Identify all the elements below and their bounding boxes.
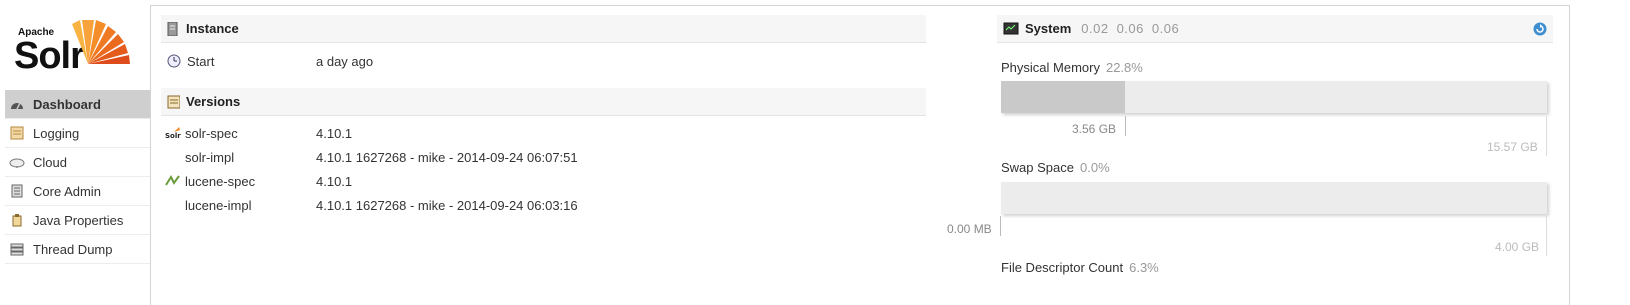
java-properties-icon (9, 213, 25, 227)
file-descriptor-percent: 6.3% (1129, 260, 1159, 275)
instance-start-row: Start (167, 52, 214, 70)
solr-logo[interactable]: Apache Solr (14, 8, 139, 80)
version-row-lucene-spec: lucene-spec (165, 172, 255, 190)
physical-memory-total: 15.57 GB (1487, 140, 1538, 154)
nav-item-thread-dump[interactable]: Thread Dump (5, 235, 150, 264)
svg-text:Solr: Solr (165, 132, 181, 140)
system-title: System (1025, 21, 1072, 36)
instance-icon (167, 21, 180, 36)
versions-header: Versions (161, 88, 926, 116)
system-load-3: 0.06 (1151, 21, 1180, 36)
nav-label: Core Admin (33, 183, 101, 199)
instance-title: Instance (186, 21, 239, 36)
core-admin-icon (9, 184, 25, 198)
solr-small-icon: Solr (165, 126, 181, 140)
swap-space-end-tick (1546, 216, 1547, 256)
clock-icon (167, 54, 183, 68)
version-value: 4.10.1 (316, 125, 353, 141)
logging-icon (9, 126, 25, 140)
swap-space-tick (1000, 216, 1001, 236)
physical-memory-used-fill (1001, 81, 1126, 113)
swap-space-bar (1001, 182, 1547, 214)
version-key: solr-spec (185, 125, 238, 141)
nav-label: Thread Dump (33, 241, 113, 257)
file-descriptor-label: File Descriptor Count 6.3% (1001, 260, 1159, 275)
swap-space-used: 0.00 MB (947, 222, 992, 236)
system-header: System 0.02 0.06 0.06 (997, 15, 1553, 43)
swap-space-total: 4.00 GB (1495, 240, 1540, 254)
nav-item-java-properties[interactable]: Java Properties (5, 206, 150, 235)
start-value: a day ago (316, 53, 374, 69)
physical-memory-end-tick (1546, 116, 1547, 156)
nav-label: Java Properties (33, 212, 124, 228)
version-value: 4.10.1 (316, 173, 353, 189)
refresh-icon[interactable] (1533, 22, 1547, 39)
file-descriptor-text: File Descriptor Count (1001, 260, 1124, 275)
version-row-solr-spec: Solr solr-spec (165, 124, 238, 142)
dashboard-content: Instance Start a day ago Versions Solr s… (150, 5, 1570, 305)
nav-item-core-admin[interactable]: Core Admin (5, 177, 150, 206)
nav-item-dashboard[interactable]: Dashboard (5, 90, 150, 119)
physical-memory-used: 3.56 GB (1072, 122, 1117, 136)
cloud-icon (9, 155, 25, 169)
version-key: lucene-impl (185, 197, 252, 213)
swap-space-text: Swap Space (1001, 160, 1074, 175)
physical-memory-bar (1001, 81, 1547, 113)
instance-header: Instance (161, 15, 926, 43)
system-load-2: 0.06 (1116, 21, 1144, 36)
system-load-1: 0.02 (1081, 21, 1109, 36)
version-value: 4.10.1 1627268 - mike - 2014-09-24 06:03… (316, 197, 578, 213)
physical-memory-label: Physical Memory 22.8% (1001, 60, 1143, 75)
nav-item-logging[interactable]: Logging (5, 119, 150, 148)
solr-sun-icon (72, 20, 130, 64)
versions-title: Versions (186, 94, 241, 109)
physical-memory-text: Physical Memory (1001, 60, 1100, 75)
nav-label: Dashboard (33, 96, 101, 112)
physical-memory-tick (1125, 116, 1126, 136)
sidebar-nav: Dashboard Logging Cloud Core Admin Java … (5, 90, 150, 264)
physical-memory-percent: 22.8% (1105, 60, 1143, 75)
lucene-icon (165, 174, 181, 188)
nav-label: Logging (33, 125, 80, 141)
start-label: Start (187, 53, 215, 69)
system-monitor-icon (1003, 22, 1019, 36)
thread-dump-icon (9, 242, 25, 256)
version-key: solr-impl (185, 149, 235, 165)
nav-label: Cloud (33, 154, 67, 170)
swap-space-label: Swap Space 0.0% (1001, 160, 1110, 175)
version-value: 4.10.1 1627268 - mike - 2014-09-24 06:07… (316, 149, 578, 165)
nav-item-cloud[interactable]: Cloud (5, 148, 150, 177)
swap-space-percent: 0.0% (1080, 160, 1110, 175)
dashboard-icon (9, 97, 25, 111)
versions-icon (167, 95, 180, 109)
version-key: lucene-spec (185, 173, 256, 189)
